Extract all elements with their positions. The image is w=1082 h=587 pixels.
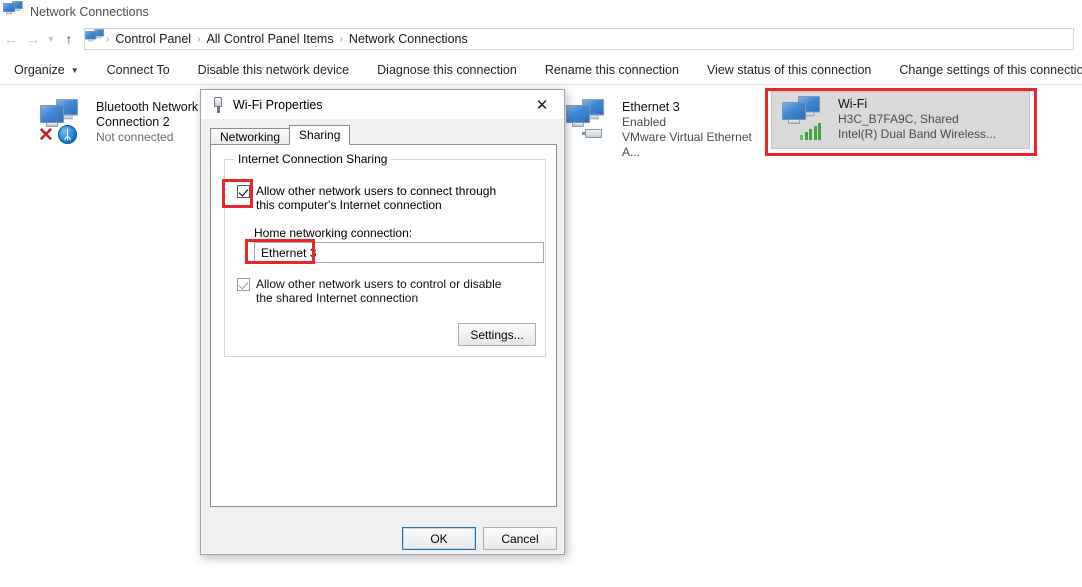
cancel-button[interactable]: Cancel — [483, 527, 557, 550]
command-connect-to[interactable]: Connect To — [93, 56, 184, 84]
ethernet3-connection-tile[interactable]: Ethernet 3 Enabled VMware Virtual Ethern… — [556, 93, 761, 159]
network-connections-window: Network Connections ← → ▼ ↑ › Control Pa… — [0, 0, 1082, 587]
connection-status: Enabled — [622, 115, 667, 129]
allow-control-label: Allow other network users to control or … — [256, 277, 502, 305]
up-arrow-icon[interactable]: ↑ — [58, 28, 80, 50]
command-organize[interactable]: Organize ▼ — [0, 56, 93, 84]
home-networking-value: Ethernet 3 — [261, 245, 317, 260]
home-networking-label: Home networking connection: — [254, 226, 413, 240]
connection-status: H3C_B7FA9C, Shared — [838, 112, 959, 126]
connection-name: Wi-Fi — [838, 97, 868, 111]
connection-name: Ethernet 3 — [622, 100, 680, 114]
monitors-icon — [562, 97, 618, 145]
breadcrumb-control-panel[interactable]: Control Panel — [111, 32, 195, 46]
breadcrumb-all-control-panel-items[interactable]: All Control Panel Items — [202, 32, 337, 46]
monitors-icon — [778, 94, 834, 142]
chevron-down-icon[interactable]: ▼ — [44, 28, 58, 50]
bluetooth-connection-tile[interactable]: ✕ ᛦ Bluetooth Network Connection 2 Not c… — [30, 93, 220, 159]
network-connections-icon — [3, 1, 23, 20]
breadcrumb-separator: › — [106, 33, 110, 45]
allow-connect-checkbox-row[interactable]: Allow other network users to connect thr… — [237, 184, 506, 212]
forward-arrow-icon[interactable]: → — [22, 28, 44, 50]
wifi-signal-bars-icon — [800, 122, 822, 140]
command-diagnose[interactable]: Diagnose this connection — [363, 56, 531, 84]
network-adapter-icon — [211, 96, 225, 113]
command-change-settings[interactable]: Change settings of this connection — [885, 56, 1082, 84]
back-arrow-icon[interactable]: ← — [0, 28, 22, 50]
ok-button[interactable]: OK — [402, 527, 476, 550]
error-x-icon: ✕ — [38, 125, 54, 146]
breadcrumb-separator: › — [339, 33, 343, 45]
dialog-title: Wi-Fi Properties — [233, 97, 323, 112]
address-bar-row: ← → ▼ ↑ › Control Panel › All Control Pa… — [0, 24, 1082, 54]
window-title: Network Connections — [30, 5, 149, 19]
settings-button[interactable]: Settings... — [458, 323, 536, 346]
command-disable-device[interactable]: Disable this network device — [184, 56, 363, 84]
window-titlebar: Network Connections — [0, 0, 1082, 24]
command-view-status[interactable]: View status of this connection — [693, 56, 885, 84]
wifi-connection-tile[interactable]: Wi-Fi H3C_B7FA9C, Shared Intel(R) Dual B… — [771, 91, 1030, 149]
chevron-down-icon: ▼ — [70, 65, 79, 75]
allow-connect-checkbox[interactable] — [237, 185, 250, 198]
command-rename[interactable]: Rename this connection — [531, 56, 693, 84]
dialog-tabstrip: Networking Sharing — [210, 125, 351, 145]
breadcrumb-network-connections[interactable]: Network Connections — [345, 32, 472, 46]
allow-connect-label: Allow other network users to connect thr… — [256, 184, 497, 212]
network-connections-icon — [85, 28, 105, 47]
internet-connection-sharing-group: Internet Connection Sharing Allow other … — [224, 152, 546, 357]
connection-device: VMware Virtual Ethernet A... — [622, 130, 752, 159]
dialog-titlebar: Wi-Fi Properties ✕ — [201, 90, 564, 120]
connection-device: Intel(R) Dual Band Wireless... — [838, 127, 997, 141]
breadcrumb-separator: › — [197, 33, 201, 45]
network-adapter-icon — [582, 127, 606, 141]
home-networking-combobox[interactable]: Ethernet 3 — [254, 242, 544, 263]
command-label: Organize — [14, 63, 65, 77]
connection-status: Not connected — [96, 130, 174, 144]
bluetooth-icon: ᛦ — [58, 125, 77, 144]
wifi-properties-dialog: Wi-Fi Properties ✕ Networking Sharing In… — [200, 89, 565, 555]
allow-control-checkbox-row[interactable]: Allow other network users to control or … — [237, 277, 506, 305]
command-bar: Organize ▼ Connect To Disable this netwo… — [0, 56, 1082, 85]
allow-control-checkbox[interactable] — [237, 278, 250, 291]
close-icon[interactable]: ✕ — [520, 90, 564, 119]
address-bar[interactable]: › Control Panel › All Control Panel Item… — [84, 28, 1074, 50]
group-legend: Internet Connection Sharing — [234, 152, 392, 166]
connection-name: Bluetooth Network Connection 2 — [96, 100, 199, 129]
sharing-tab-panel: Internet Connection Sharing Allow other … — [210, 144, 557, 507]
tab-networking[interactable]: Networking — [210, 128, 291, 145]
monitors-icon: ✕ ᛦ — [36, 97, 92, 145]
tab-sharing[interactable]: Sharing — [289, 125, 351, 145]
